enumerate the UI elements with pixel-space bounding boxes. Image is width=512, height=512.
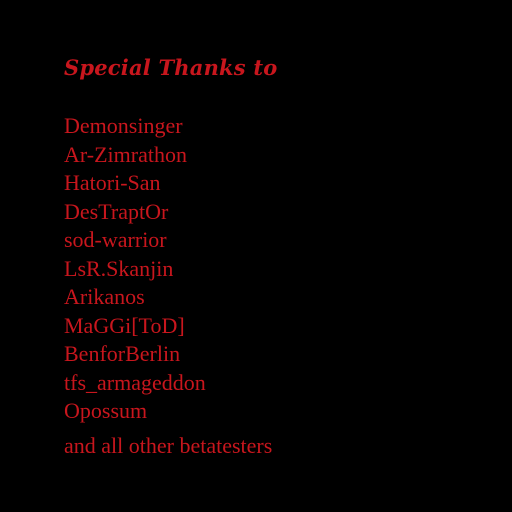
credit-name: Ar-Zimrathon (64, 141, 187, 167)
credit-name: sod-warrior (64, 227, 167, 252)
credit-name: Arikanos (64, 284, 145, 309)
credit-name: BenforBerlin (64, 341, 181, 366)
credit-name: Opossum (64, 398, 148, 423)
credits-screen: Special Thanks to Demonsinger Ar-Zimrath… (64, 54, 484, 460)
credits-name-list: Demonsinger Ar-Zimrathon Hatori-San DesT… (64, 112, 484, 426)
credit-name: DesTraptOr (64, 198, 169, 224)
credit-name: Demonsinger (64, 113, 183, 138)
credit-name: LsR.Skanjin (64, 255, 174, 281)
credits-heading: Special Thanks to (64, 55, 278, 80)
credit-name: tfs_armageddon (64, 369, 206, 395)
credits-footer: and all other betatesters (64, 432, 273, 458)
credit-name: Hatori-San (64, 170, 161, 195)
credit-name: MaGGi[ToD] (64, 312, 185, 338)
